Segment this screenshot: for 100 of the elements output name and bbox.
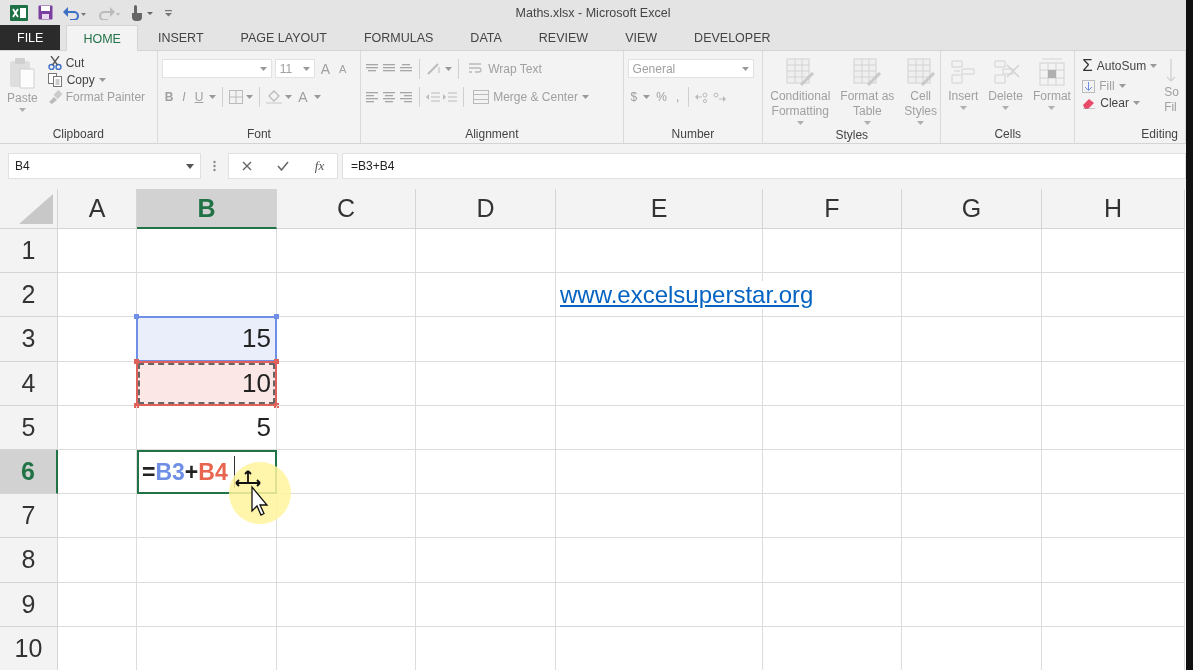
row-header[interactable]: 5 [0,405,58,450]
grid-cell[interactable] [902,361,1042,406]
ribbon-tab[interactable]: PAGE LAYOUT [223,25,344,50]
cut-button[interactable]: Cut [44,55,149,71]
grid-cell[interactable] [416,538,556,583]
grid-cell[interactable] [277,361,416,406]
enter-button[interactable] [275,159,292,173]
ribbon-tab[interactable]: INSERT [140,25,221,50]
grid-cell[interactable] [1042,317,1185,362]
grid-cell[interactable] [277,538,416,583]
column-header[interactable]: D [416,189,556,229]
column-header[interactable]: B [137,189,277,229]
row-header[interactable]: 1 [0,229,58,274]
grid-cell[interactable] [58,405,137,450]
grid-cell[interactable] [902,229,1042,274]
grid-cell[interactable] [763,361,902,406]
grid-cell[interactable] [1042,273,1185,318]
grid-cell[interactable] [902,273,1042,318]
grid-cell[interactable] [58,538,137,583]
grid-cell[interactable] [416,361,556,406]
row-header[interactable]: 4 [0,361,58,406]
grid-cell[interactable] [1042,361,1185,406]
row-header[interactable]: 8 [0,538,58,583]
grid-cell[interactable] [763,449,902,495]
grid-cell[interactable] [902,582,1042,627]
grid-cell[interactable] [416,405,556,450]
grid-cell[interactable] [763,582,902,627]
row-header[interactable]: 10 [0,626,58,670]
ribbon-tab[interactable]: VIEW [608,25,675,50]
column-header[interactable]: G [902,189,1042,229]
ribbon-tab[interactable]: FORMULAS [346,25,451,50]
grid-cell[interactable] [1042,229,1185,274]
grid-cell[interactable] [902,317,1042,362]
grid-cell[interactable] [416,449,556,495]
file-tab[interactable]: FILE [0,25,61,50]
insert-function-button[interactable]: fx [312,156,327,176]
grid-cell[interactable] [763,494,902,539]
grid-cell[interactable] [1042,449,1185,495]
grid-cell[interactable] [902,449,1042,495]
grid-cell[interactable] [556,582,763,627]
grid-cell[interactable] [137,229,277,274]
grid-cell[interactable] [1042,494,1185,539]
grid-cell[interactable] [556,494,763,539]
row-header[interactable]: 7 [0,494,58,539]
ribbon-tab[interactable]: DEVELOPER [677,25,788,50]
grid-cell[interactable] [277,229,416,274]
column-header[interactable]: E [556,189,763,229]
grid-cell[interactable] [902,538,1042,583]
grid-cell[interactable] [58,494,137,539]
grid-cell[interactable] [58,582,137,627]
copy-button[interactable]: Copy [44,72,149,88]
formula-field[interactable]: =B3+B4 [342,153,1186,179]
grid-cell[interactable] [416,317,556,362]
grid-cell[interactable] [137,582,277,627]
wrap-text-icon [468,61,485,76]
grid-cell[interactable] [137,538,277,583]
row-header[interactable]: 3 [0,317,58,362]
grid-cell[interactable] [763,538,902,583]
row-header[interactable]: 9 [0,582,58,627]
grid-cell[interactable] [1042,538,1185,583]
column-header[interactable]: H [1042,189,1185,229]
column-header[interactable]: C [277,189,416,229]
decrease-decimal-icon [712,90,727,103]
ribbon-tab[interactable]: HOME [66,25,138,51]
grid-cell[interactable] [763,405,902,450]
grid-cell[interactable] [416,229,556,274]
cell-formula: =B3+B4 [142,458,228,486]
grid-cell[interactable] [556,405,763,450]
grid-cell[interactable] [416,273,556,318]
ribbon-tab[interactable]: DATA [453,25,519,50]
grid-cell[interactable] [277,273,416,318]
grid-cell[interactable] [902,405,1042,450]
grid-cell[interactable] [902,494,1042,539]
grid-cell[interactable] [556,229,763,274]
grid-cell[interactable] [58,449,137,495]
grid-cell[interactable] [1042,405,1185,450]
grid-cell[interactable] [556,449,763,495]
grid-cell[interactable] [416,494,556,539]
checkmark-icon [277,161,290,171]
grid-cell[interactable] [556,538,763,583]
grid-cell[interactable] [58,229,137,274]
grid-cell[interactable] [277,582,416,627]
autosum-button[interactable]: Σ AutoSum [1079,55,1161,77]
grid-cell[interactable] [1042,582,1185,627]
name-box[interactable]: B4 [8,153,201,179]
column-header[interactable]: A [58,189,137,229]
grid-cell[interactable] [277,405,416,450]
grid-cell[interactable] [763,317,902,362]
redo-icon [97,5,121,20]
font-name-field[interactable] [161,59,272,78]
grid-cell[interactable] [763,229,902,274]
grid-cell[interactable] [416,582,556,627]
grid-cell[interactable] [556,361,763,406]
ribbon-tab[interactable]: REVIEW [521,25,606,50]
row-header[interactable]: 6 [0,449,58,495]
clear-button[interactable]: Clear [1079,95,1161,111]
column-header[interactable]: F [763,189,902,229]
row-header[interactable]: 2 [0,273,58,318]
grid-cell[interactable] [556,317,763,362]
grid-cell[interactable] [277,317,416,362]
